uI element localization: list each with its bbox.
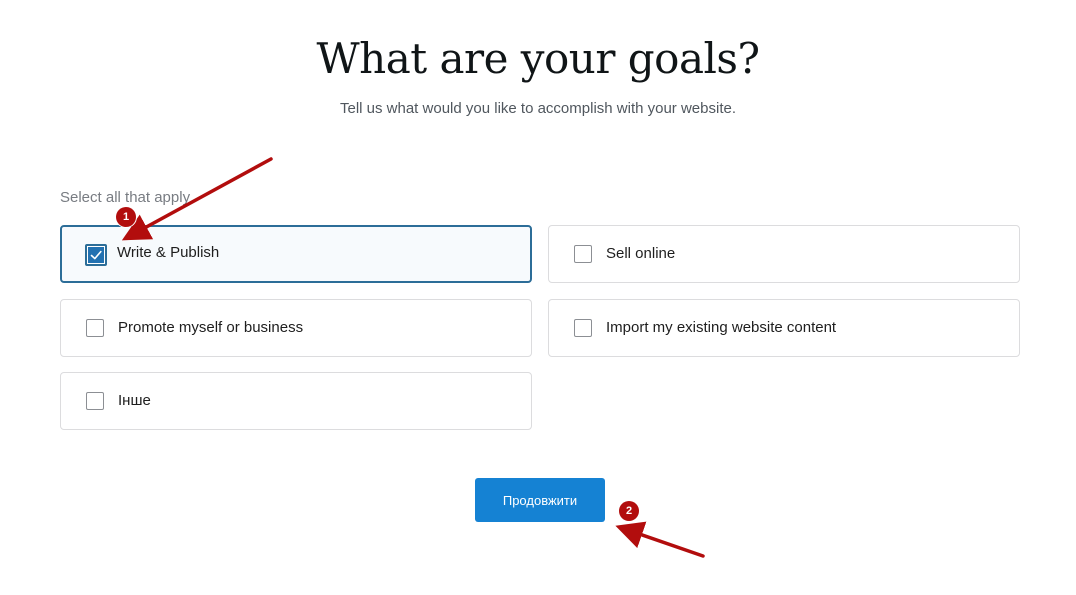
select-hint: Select all that apply [60, 189, 191, 206]
checkbox-checked[interactable] [85, 244, 107, 266]
goal-option-write-publish[interactable]: Write & Publish [60, 225, 532, 283]
goal-option-label: Promote myself or business [118, 319, 304, 336]
goal-option-label: Write & Publish [117, 244, 220, 261]
checkbox[interactable] [86, 319, 104, 337]
annotation-badge-1: 1 [116, 207, 136, 227]
page-subtitle: Tell us what would you like to accomplis… [339, 100, 736, 117]
annotation-arrow-2 [615, 521, 705, 558]
goal-option-sell-online[interactable]: Sell online [548, 225, 1020, 283]
goal-option-other[interactable]: Інше [60, 372, 532, 430]
goals-page: What are your goals? Tell us what would … [0, 0, 1076, 595]
checkbox[interactable] [86, 392, 104, 410]
goal-option-import[interactable]: Import my existing website content [548, 299, 1020, 357]
checkbox[interactable] [574, 245, 592, 263]
goal-option-label: Import my existing website content [606, 319, 837, 336]
goal-option-label: Інше [118, 392, 151, 409]
page-title: What are your goals? [316, 34, 760, 83]
annotation-badge-2: 2 [619, 501, 639, 521]
checkmark-icon [90, 250, 102, 260]
goal-option-label: Sell online [606, 245, 676, 262]
goal-option-promote[interactable]: Promote myself or business [60, 299, 532, 357]
checkbox[interactable] [574, 319, 592, 337]
continue-button[interactable]: Продовжити [475, 478, 605, 522]
